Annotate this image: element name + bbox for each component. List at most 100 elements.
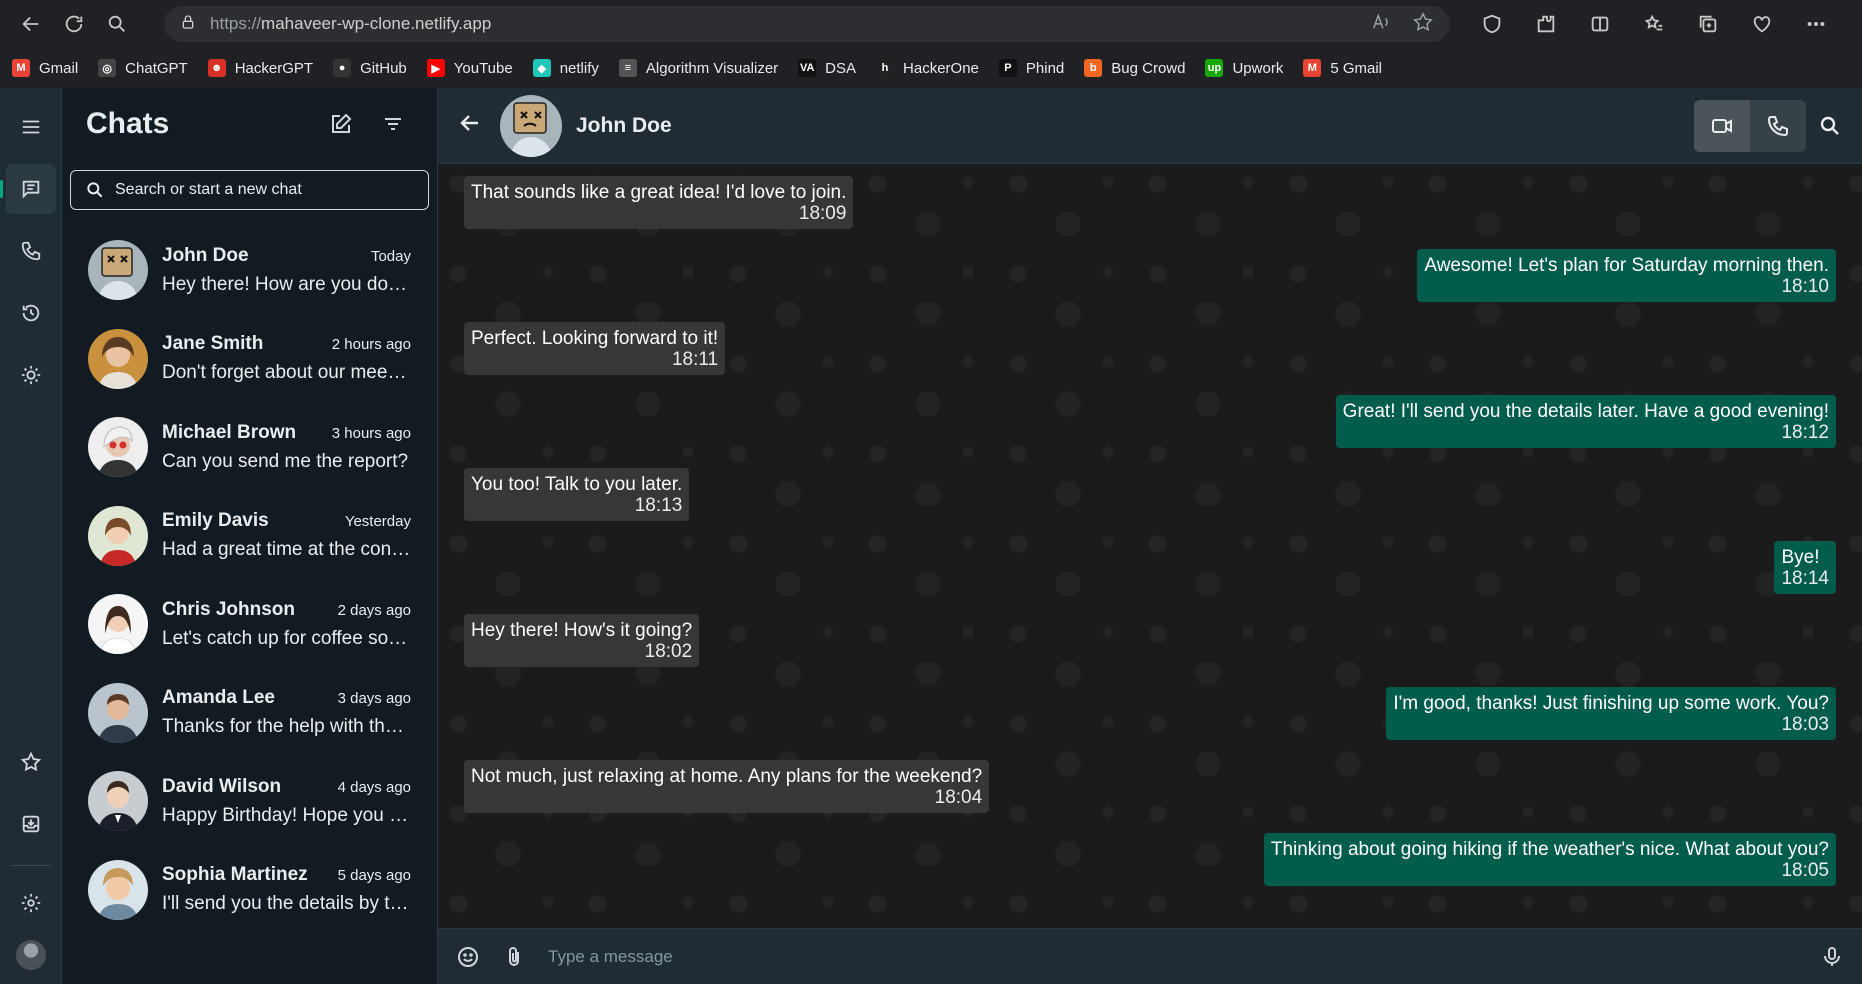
shield-icon[interactable] [1472, 4, 1512, 44]
outgoing-message-row: Thinking about going hiking if the weath… [464, 833, 1836, 886]
chat-item-top: Sophia Martinez 5 days ago [162, 864, 411, 886]
message-bubble[interactable]: Awesome! Let's plan for Saturday morning… [1417, 249, 1836, 302]
chat-contact-name: Jane Smith [162, 333, 264, 355]
bookmark-item[interactable]: ≡ Algorithm Visualizer [618, 59, 778, 77]
message-text: Perfect. Looking forward to it! [471, 328, 719, 349]
bookmark-item[interactable]: M 5 Gmail [1303, 59, 1382, 77]
bookmark-label: GitHub [360, 59, 407, 77]
chat-list-item[interactable]: Sophia Martinez 5 days ago I'll send you… [62, 846, 437, 935]
bookmark-item[interactable]: h HackerOne [876, 59, 979, 77]
bookmark-item[interactable]: ◆ netlify [532, 59, 599, 77]
profile-avatar[interactable] [15, 940, 46, 970]
url-host: mahaveer-wp-clone.netlify.app [261, 14, 492, 33]
chat-contact-name: John Doe [162, 244, 249, 266]
avatar [88, 328, 148, 389]
read-aloud-icon[interactable] [1350, 11, 1392, 38]
attach-paperclip-icon[interactable] [502, 945, 526, 969]
message-bubble[interactable]: I'm good, thanks! Just finishing up some… [1386, 687, 1836, 740]
chat-contact-name: Emily Davis [162, 510, 269, 532]
bookmark-favicon-icon: M [1303, 59, 1322, 77]
contact-name: John Doe [576, 113, 672, 137]
search-messages-icon[interactable] [1806, 100, 1854, 152]
chat-list-item[interactable]: David Wilson 4 days ago Happy Birthday! … [62, 757, 437, 846]
bookmark-item[interactable]: M Gmail [12, 59, 78, 77]
favorites-icon[interactable] [1634, 4, 1674, 44]
chat-list-item[interactable]: Amanda Lee 3 days ago Thanks for the hel… [62, 669, 437, 758]
bookmark-item[interactable]: ☻ HackerGPT [207, 59, 314, 77]
starred-icon[interactable] [6, 737, 56, 787]
emoji-icon[interactable] [456, 945, 480, 969]
bookmark-item[interactable]: VA DSA [798, 59, 856, 77]
message-bubble[interactable]: Perfect. Looking forward to it! 18:11 [464, 322, 726, 375]
chats-icon[interactable] [0, 164, 56, 214]
extensions-icon[interactable] [1526, 4, 1566, 44]
bookmarks-bar: M Gmail ◎ ChatGPT ☻ HackerGPT ● GitHub ▶ YouTube ◆… [0, 48, 1862, 88]
chat-item-top: Michael Brown 3 hours ago [162, 422, 411, 444]
message-bubble[interactable]: That sounds like a great idea! I'd love … [464, 176, 854, 229]
chat-list-item[interactable]: Michael Brown 3 hours ago Can you send m… [62, 403, 437, 492]
bookmark-favicon-icon: ● [333, 59, 352, 77]
more-options-icon[interactable] [1796, 4, 1836, 44]
chat-list-item[interactable]: John Doe Today Hey there! How are you do… [62, 226, 437, 315]
chat-contact-name: Michael Brown [162, 421, 297, 443]
back-arrow-icon[interactable] [458, 111, 482, 140]
message-bubble[interactable]: Hey there! How's it going? 18:02 [464, 614, 700, 667]
search-icon [87, 182, 103, 198]
chat-last-message: I'll send you the details by tonight. [162, 893, 411, 915]
chat-list-item[interactable]: Jane Smith 2 hours ago Don't forget abou… [62, 315, 437, 404]
message-area[interactable]: That sounds like a great idea! I'd love … [438, 164, 1862, 928]
archive-icon[interactable] [6, 799, 56, 849]
split-screen-icon[interactable] [1580, 4, 1620, 44]
microphone-icon[interactable] [1820, 945, 1844, 969]
message-bubble[interactable]: You too! Talk to you later. 18:13 [464, 468, 690, 521]
bookmark-item[interactable]: P Phind [998, 59, 1064, 77]
lock-icon[interactable] [180, 14, 210, 35]
back-arrow-icon[interactable] [12, 4, 51, 44]
bookmark-label: YouTube [453, 59, 513, 77]
settings-gear-icon[interactable] [6, 878, 56, 928]
chat-list-item[interactable]: Emily Davis Yesterday Had a great time a… [62, 492, 437, 581]
video-call-icon[interactable] [1694, 99, 1750, 152]
bookmark-favicon-icon: VA [798, 59, 817, 77]
menu-icon[interactable] [6, 102, 56, 152]
message-input[interactable] [548, 946, 1804, 967]
refresh-icon[interactable] [55, 4, 94, 44]
new-chat-icon[interactable] [321, 104, 361, 144]
bookmark-label: Upwork [1232, 59, 1284, 77]
favorite-star-icon[interactable] [1392, 11, 1434, 38]
contact-avatar[interactable] [500, 94, 562, 157]
chat-item-body: Chris Johnson 2 days ago Let's catch up … [162, 599, 411, 650]
bookmark-item[interactable]: ▶ YouTube [426, 59, 513, 77]
search-input[interactable] [115, 181, 414, 199]
message-bubble[interactable]: Bye! 18:14 [1774, 541, 1836, 594]
bookmark-item[interactable]: b Bug Crowd [1084, 59, 1185, 77]
message-bubble[interactable]: Not much, just relaxing at home. Any pla… [464, 760, 990, 813]
chat-list-item[interactable]: Chris Johnson 2 days ago Let's catch up … [62, 580, 437, 669]
avatar [88, 505, 148, 566]
health-icon[interactable] [1742, 4, 1782, 44]
theme-toggle-icon[interactable] [6, 350, 56, 400]
url-scheme: https:// [210, 14, 262, 33]
filter-icon[interactable] [373, 104, 413, 144]
bookmark-item[interactable]: ● GitHub [333, 59, 407, 77]
bookmark-item[interactable]: up Upwork [1205, 59, 1283, 77]
message-bubble[interactable]: Great! I'll send you the details later. … [1335, 395, 1836, 448]
chat-item-body: Michael Brown 3 hours ago Can you send m… [162, 422, 411, 473]
message-text: I'm good, thanks! Just finishing up some… [1393, 693, 1829, 714]
voice-call-icon[interactable] [1750, 100, 1806, 152]
avatar [88, 240, 148, 301]
message-text: Great! I'll send you the details later. … [1342, 401, 1829, 422]
message-text: You too! Talk to you later. [471, 474, 683, 495]
search-icon[interactable] [97, 4, 136, 44]
message-time: 18:04 [934, 787, 983, 808]
status-icon[interactable] [6, 288, 56, 338]
bookmark-item[interactable]: ◎ ChatGPT [98, 59, 188, 77]
message-bubble[interactable]: Thinking about going hiking if the weath… [1263, 833, 1836, 886]
calls-icon[interactable] [6, 226, 56, 276]
collections-icon[interactable] [1688, 4, 1728, 44]
nav-rail [0, 88, 62, 984]
bookmark-label: HackerGPT [234, 59, 314, 77]
chat-last-message: Thanks for the help with the project. [162, 716, 411, 738]
avatar [88, 771, 148, 832]
address-bar[interactable]: https:// mahaveer-wp-clone.netlify.app [164, 6, 1451, 42]
